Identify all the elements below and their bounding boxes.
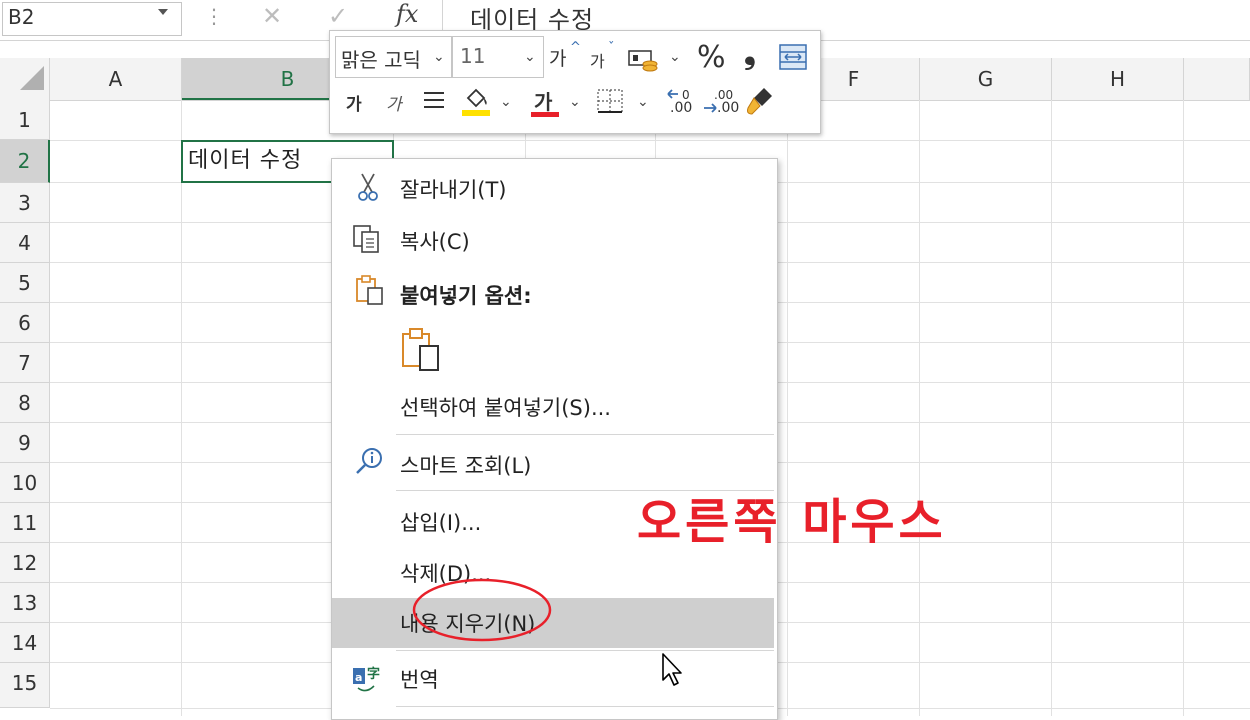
row-header-10[interactable]: 10 xyxy=(0,463,50,503)
decrease-decimal-label: .00 xyxy=(717,100,740,116)
row-header-11[interactable]: 11 xyxy=(0,503,50,543)
shrink-font-button[interactable]: 가 xyxy=(590,48,605,72)
insert-function-icon[interactable]: fx xyxy=(396,0,418,28)
vertical-dots-icon[interactable]: ⋮ xyxy=(204,4,224,28)
paste-options-label: 붙여넣기 옵션: xyxy=(400,284,532,308)
font-color-button[interactable]: 가 xyxy=(534,86,552,115)
menu-item-smart-lookup-label: 스마트 조회(L) xyxy=(400,454,532,478)
row-header-6[interactable]: 6 xyxy=(0,303,50,343)
translate-icon: a 字 xyxy=(353,666,380,692)
percent-style-button[interactable]: % xyxy=(697,40,726,75)
chevron-down-icon[interactable]: ⌄ xyxy=(569,94,581,110)
align-center-icon[interactable] xyxy=(422,90,446,112)
italic-button[interactable]: 가 xyxy=(386,90,402,115)
scissors-icon xyxy=(358,173,378,201)
menu-separator xyxy=(396,650,774,651)
chevron-down-icon[interactable]: ⌄ xyxy=(500,94,512,110)
grid-line xyxy=(1051,100,1052,716)
column-header-a[interactable]: A xyxy=(50,58,182,100)
menu-separator xyxy=(396,706,774,707)
comma-style-button[interactable]: ❟ xyxy=(744,36,756,71)
grid-line xyxy=(919,100,920,716)
svg-text:字: 字 xyxy=(367,666,380,682)
menu-item-copy-label: 복사(C) xyxy=(400,230,470,254)
row-header-1[interactable]: 1 xyxy=(0,100,50,140)
chevron-down-icon[interactable]: ⌄ xyxy=(669,49,681,65)
menu-separator xyxy=(396,434,774,435)
menu-item-cut-label: 잘라내기(T) xyxy=(400,178,507,202)
format-painter-icon[interactable] xyxy=(744,86,776,118)
row-header-13[interactable]: 13 xyxy=(0,583,50,623)
caret-down-icon: ˇ xyxy=(608,41,615,56)
cancel-icon[interactable]: ✕ xyxy=(262,2,282,30)
menu-item-smart-lookup[interactable] xyxy=(332,440,775,484)
merge-center-icon[interactable] xyxy=(779,44,807,70)
row-header-8[interactable]: 8 xyxy=(0,383,50,423)
accounting-format-icon[interactable] xyxy=(628,48,664,74)
chevron-down-icon[interactable]: ⌄ xyxy=(637,94,649,110)
row-header-7[interactable]: 7 xyxy=(0,343,50,383)
paste-icon xyxy=(356,275,383,305)
name-box-value: B2 xyxy=(8,5,35,29)
row-header-14[interactable]: 14 xyxy=(0,623,50,663)
chevron-down-icon: ⌄ xyxy=(524,49,536,65)
menu-item-translate[interactable] xyxy=(332,656,775,700)
name-box-dropdown-icon[interactable] xyxy=(158,9,168,15)
row-header-5[interactable]: 5 xyxy=(0,263,50,303)
paste-option-button[interactable] xyxy=(400,326,444,372)
row-header-3[interactable]: 3 xyxy=(0,183,50,223)
menu-item-paste-special-label: 선택하여 붙여넣기(S)... xyxy=(400,396,611,420)
bold-button[interactable]: 가 xyxy=(346,90,362,115)
row-header-4[interactable]: 4 xyxy=(0,223,50,263)
grid-line xyxy=(1183,100,1184,716)
annotation-label: 오른쪽 마우스 xyxy=(637,494,947,550)
svg-text:a: a xyxy=(355,671,362,684)
row-header-2[interactable]: 2 xyxy=(0,140,50,183)
font-name-value: 맑은 고딕 xyxy=(341,48,421,72)
smart-lookup-icon xyxy=(356,448,382,474)
borders-icon[interactable] xyxy=(596,88,626,116)
column-header-i[interactable] xyxy=(1184,58,1250,100)
caret-up-icon: ^ xyxy=(570,40,581,55)
row-header-15[interactable]: 15 xyxy=(0,663,50,708)
chevron-down-icon: ⌄ xyxy=(433,49,445,65)
select-all-triangle-icon xyxy=(20,66,44,90)
menu-item-translate-label: 번역 xyxy=(400,668,439,692)
cell-b2-value: 데이터 수정 xyxy=(188,148,303,173)
annotation-circle-icon xyxy=(412,578,552,642)
row-header-12[interactable]: 12 xyxy=(0,543,50,583)
font-color-swatch xyxy=(531,112,559,117)
increase-decimal-label: .00 xyxy=(670,100,693,116)
menu-item-insert-label: 삽입(I)... xyxy=(400,511,482,535)
fill-color-icon[interactable] xyxy=(460,86,494,118)
menu-item-cut[interactable] xyxy=(332,166,775,210)
row-header-9[interactable]: 9 xyxy=(0,423,50,463)
grow-font-button[interactable]: 가 xyxy=(549,44,566,71)
mouse-cursor-icon xyxy=(662,653,682,686)
column-header-h[interactable]: H xyxy=(1052,58,1184,100)
font-size-value: 11 xyxy=(460,44,486,68)
grid-line xyxy=(787,100,788,716)
copy-icon xyxy=(353,225,379,253)
grid-line xyxy=(181,100,182,716)
menu-item-copy[interactable] xyxy=(332,218,775,262)
column-header-g[interactable]: G xyxy=(920,58,1052,100)
enter-check-icon[interactable]: ✓ xyxy=(328,2,348,30)
